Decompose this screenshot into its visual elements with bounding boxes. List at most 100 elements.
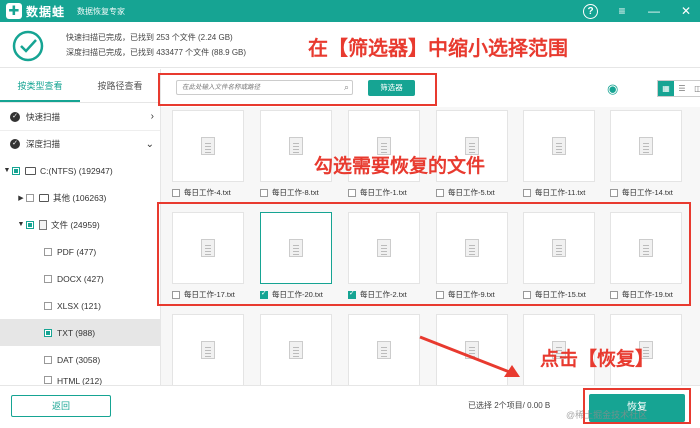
file-checkbox[interactable] [348, 188, 356, 197]
text-file-icon [201, 341, 215, 359]
files-checkbox[interactable] [26, 220, 34, 229]
app-name: 数据蛙 [26, 4, 66, 19]
tree-drive-c[interactable]: ▼ C:(NTFS) (192947) [0, 157, 160, 184]
title-bar: ✚ 数据蛙 数据恢复专家 ? ≡ — ✕ [0, 0, 700, 22]
file-card[interactable] [348, 314, 422, 385]
expand-down-icon[interactable]: ▼ [2, 167, 12, 174]
pdf-label: PDF (477) [57, 246, 97, 257]
file-name: 每日工作-4.txt [184, 188, 231, 197]
deep-scan-result: 深度扫描已完成，已找到 433477 个文件 (88.9 GB) [66, 48, 247, 57]
annotation-toolbar-box [158, 73, 437, 106]
file-thumbnail[interactable] [348, 314, 420, 385]
file-name: 每日工作-11.txt [535, 188, 586, 197]
file-name: 每日工作-1.txt [360, 188, 407, 197]
chevron-down-icon: ⌄ [145, 138, 154, 150]
file-name: 每日工作-5.txt [448, 188, 495, 197]
tree-item-docx[interactable]: DOCX (427) [0, 265, 160, 292]
scan-summary: 快速扫描已完成，已找到 253 个文件 (2.24 GB) 深度扫描已完成，已找… [0, 22, 700, 68]
preview-eye-icon[interactable]: ◉ [607, 81, 618, 97]
dat-label: DAT (3058) [57, 354, 101, 365]
deep-scan-label: 深度扫描 [26, 139, 61, 149]
xlsx-label: XLSX (121) [57, 300, 101, 311]
file-checkbox[interactable] [172, 188, 180, 197]
expand-down-icon[interactable]: ▼ [16, 221, 26, 228]
text-file-icon [639, 137, 653, 155]
text-file-icon [552, 137, 566, 155]
back-button[interactable]: 返回 [11, 395, 111, 417]
txt-label: TXT (988) [57, 327, 96, 338]
quick-scan-section[interactable]: ✓ 快速扫描 › [0, 103, 160, 130]
tree-item-xlsx[interactable]: XLSX (121) [0, 292, 160, 319]
scan-complete-check-icon [12, 30, 44, 62]
detail-view-icon[interactable]: ◫ [690, 81, 700, 96]
grid-view-icon[interactable]: ▦ [658, 81, 674, 96]
document-icon [39, 219, 47, 230]
file-card[interactable] [172, 314, 246, 385]
tree-other[interactable]: ▶ 其他 (106263) [0, 184, 160, 211]
file-thumbnail[interactable] [523, 110, 595, 182]
other-checkbox[interactable] [26, 193, 34, 202]
app-logo: ✚ 数据蛙 [6, 3, 65, 20]
file-checkbox[interactable] [260, 188, 268, 197]
list-view-icon[interactable]: ☰ [674, 81, 690, 96]
tree-item-dat[interactable]: DAT (3058) [0, 346, 160, 373]
expand-right-icon[interactable]: ▶ [16, 194, 26, 202]
close-icon[interactable]: ✕ [678, 3, 694, 19]
file-thumbnail[interactable] [610, 110, 682, 182]
quick-scan-label: 快速扫描 [26, 111, 61, 122]
tree-files[interactable]: ▼ 文件 (24959) [0, 211, 160, 238]
deep-scan-section[interactable]: ✓ 深度扫描 ⌄ [0, 130, 160, 157]
annotation-click-recover-hint: 点击【恢复】 [540, 349, 655, 370]
tab-by-path[interactable]: 按路径查看 [80, 69, 160, 102]
tree-item-txt[interactable]: TXT (988) [0, 319, 160, 346]
drive-label: C:(NTFS) (192947) [40, 165, 113, 176]
file-thumbnail[interactable] [172, 314, 244, 385]
pdf-checkbox[interactable] [44, 247, 52, 256]
annotation-filter-hint: 在【筛选器】中缩小选择范围 [308, 38, 568, 60]
file-card[interactable]: 每日工作-4.txt [172, 110, 246, 198]
drive-icon [25, 166, 36, 175]
docx-label: DOCX (427) [57, 273, 104, 284]
docx-checkbox[interactable] [44, 274, 52, 283]
app-subtitle: 数据恢复专家 [77, 6, 126, 16]
text-file-icon [377, 341, 391, 359]
tab-by-type[interactable]: 按类型查看 [0, 69, 80, 102]
view-mode-switch: ▦ ☰ ◫ [657, 80, 700, 97]
watermark: @稀土掘金技术社区 [566, 410, 648, 420]
file-card[interactable] [260, 314, 334, 385]
text-file-icon [201, 137, 215, 155]
annotation-check-files-hint: 勾选需要恢复的文件 [314, 156, 486, 177]
frog-logo-icon: ✚ [6, 3, 22, 19]
menu-icon[interactable]: ≡ [614, 3, 630, 19]
file-checkbox[interactable] [610, 188, 618, 197]
file-thumbnail[interactable] [260, 314, 332, 385]
tree-item-pdf[interactable]: PDF (477) [0, 238, 160, 265]
annotation-arrow-icon [419, 335, 520, 377]
file-name: 每日工作-8.txt [272, 188, 319, 197]
sidebar: 按类型查看 按路径查看 ✓ 快速扫描 › ✓ 深度扫描 ⌄ ▼ C:(NTFS)… [0, 69, 161, 386]
quick-scan-result: 快速扫描已完成，已找到 253 个文件 (2.24 GB) [66, 33, 233, 42]
check-circle-icon: ✓ [10, 111, 20, 122]
text-file-icon [289, 137, 303, 155]
annotation-selection-box [157, 202, 691, 306]
help-icon[interactable]: ? [583, 3, 598, 19]
dat-checkbox[interactable] [44, 355, 52, 364]
check-circle-icon: ✓ [10, 139, 20, 149]
drive-checkbox[interactable] [12, 166, 20, 175]
file-checkbox[interactable] [436, 188, 444, 197]
file-thumbnail[interactable] [172, 110, 244, 182]
file-checkbox[interactable] [523, 188, 531, 197]
file-card[interactable]: 每日工作-14.txt [610, 110, 684, 198]
txt-checkbox[interactable] [44, 328, 52, 337]
html-checkbox[interactable] [44, 376, 52, 384]
file-name: 每日工作-14.txt [622, 188, 673, 197]
other-label: 其他 (106263) [53, 192, 107, 203]
text-file-icon [289, 341, 303, 359]
files-label: 文件 (24959) [51, 219, 100, 230]
file-card[interactable]: 每日工作-11.txt [523, 110, 597, 198]
minimize-icon[interactable]: — [646, 3, 662, 19]
selection-summary: 已选择 2个项目/ 0.00 B [468, 401, 551, 410]
xlsx-checkbox[interactable] [44, 301, 52, 310]
chevron-right-icon: › [150, 111, 154, 122]
folder-icon [39, 193, 49, 202]
